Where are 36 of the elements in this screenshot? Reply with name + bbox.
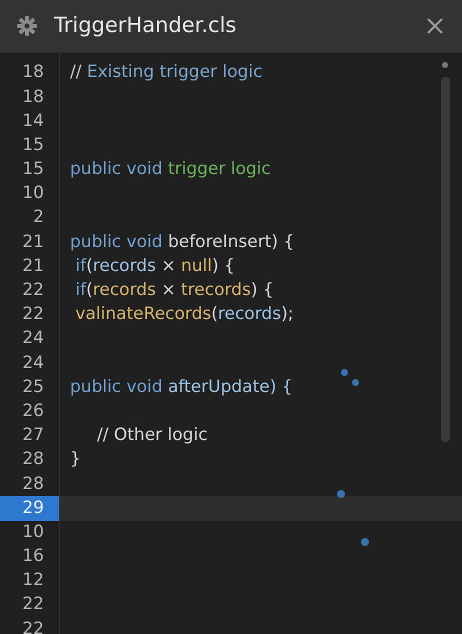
code-line: public void trigger logic bbox=[69, 158, 271, 182]
line-number: 2 bbox=[32, 206, 45, 230]
line-number: 27 bbox=[21, 424, 45, 448]
gear-icon[interactable] bbox=[15, 14, 39, 38]
line-number: 15 bbox=[21, 158, 45, 182]
line-number: 26 bbox=[21, 400, 45, 423]
code-line: } bbox=[69, 448, 81, 472]
close-icon[interactable] bbox=[426, 17, 444, 35]
line-number: 22 bbox=[21, 279, 45, 302]
line-number: 24 bbox=[21, 327, 45, 350]
code-line: // Other logic bbox=[96, 424, 208, 448]
line-number: 15 bbox=[21, 134, 45, 157]
line-number: 22 bbox=[21, 593, 45, 616]
line-number: 22 bbox=[21, 618, 45, 634]
line-number: 18 bbox=[21, 61, 45, 84]
code-line: if(records × trecords) { bbox=[74, 279, 274, 302]
code-line: // Existing trigger logic bbox=[69, 61, 262, 84]
line-number: 28 bbox=[21, 448, 45, 472]
line-number: 10 bbox=[21, 182, 45, 206]
line-number: 21 bbox=[21, 230, 45, 254]
line-number: 24 bbox=[21, 352, 45, 375]
line-number: 12 bbox=[21, 569, 45, 592]
line-number: 10 bbox=[21, 520, 45, 544]
line-number: 28 bbox=[21, 472, 45, 496]
line-number: 18 bbox=[21, 86, 45, 109]
line-number: 25 bbox=[21, 376, 45, 399]
line-number: 16 bbox=[21, 545, 45, 568]
line-number: 21 bbox=[21, 254, 45, 278]
code-line: public void afterUpdate) { bbox=[69, 376, 293, 399]
line-number: 22 bbox=[21, 303, 45, 326]
code-line: if(records × null) { bbox=[74, 254, 235, 278]
window-title: TriggerHander.cls bbox=[54, 12, 236, 40]
code-line: valinateRecords(records); bbox=[74, 303, 294, 326]
line-number: 14 bbox=[21, 110, 45, 133]
code-line: public void beforeInsert) { bbox=[69, 230, 294, 254]
line-number: 29 bbox=[0, 496, 59, 521]
